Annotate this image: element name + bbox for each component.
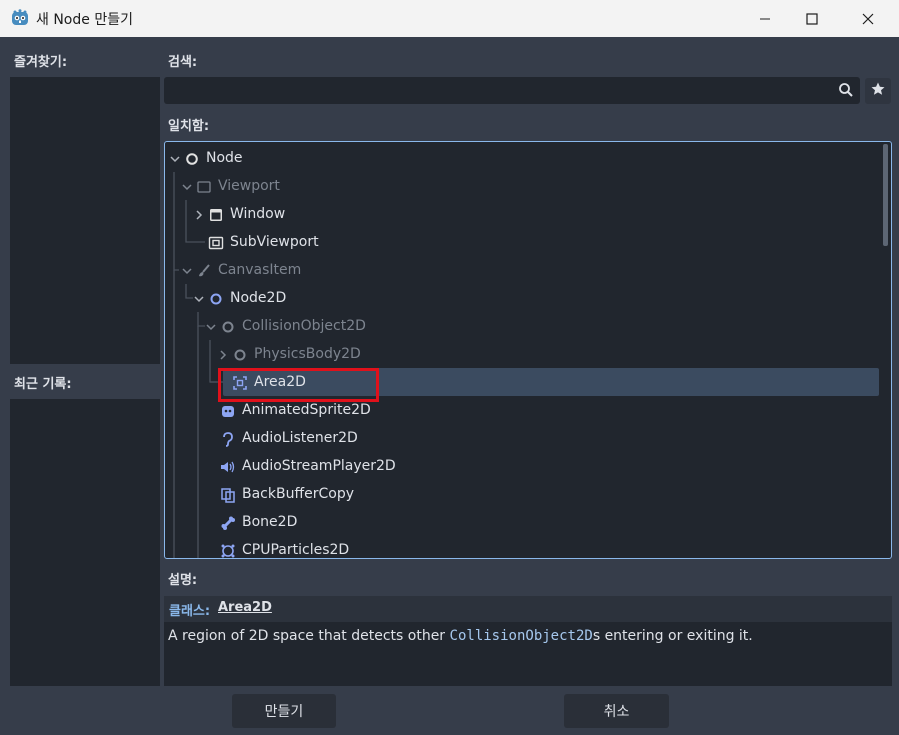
chevron-down-icon[interactable] [192, 292, 206, 306]
speaker-icon [220, 459, 236, 475]
tree-scrollbar[interactable] [883, 144, 888, 246]
chevron-down-icon[interactable] [180, 180, 194, 194]
close-button[interactable] [845, 0, 891, 37]
brush-icon [196, 263, 212, 279]
search-input[interactable] [164, 77, 860, 104]
node2d-circle-icon [232, 347, 248, 363]
tree-item-canvasitem[interactable]: CanvasItem [165, 257, 878, 285]
chevron-down-icon[interactable] [180, 264, 194, 278]
node-tree[interactable]: Node Viewport Window SubViewport CanvasI… [164, 141, 892, 559]
tree-item-backbuffercopy[interactable]: BackBufferCopy [165, 481, 878, 509]
window-icon [208, 207, 224, 223]
tree-item-viewport[interactable]: Viewport [165, 173, 878, 201]
description-label: 설명: [168, 573, 198, 588]
window-title: 새 Node 만들기 [36, 12, 133, 28]
favorites-list[interactable] [10, 77, 160, 364]
class-reference-link[interactable]: CollisionObject2D [450, 628, 593, 644]
tree-item-collisionobject2d[interactable]: CollisionObject2D [165, 313, 878, 341]
class-prefix: 클래스: [169, 604, 211, 619]
description-header: 클래스: Area2D [164, 596, 892, 622]
favorite-star-button[interactable] [865, 78, 891, 104]
node2d-circle-icon [208, 291, 224, 307]
animated-sprite-icon [220, 403, 236, 419]
node-circle-icon [184, 151, 200, 167]
star-icon [870, 81, 886, 101]
chevron-down-icon[interactable] [168, 152, 182, 166]
title-bar: 새 Node 만들기 [0, 0, 899, 37]
tree-item-audiolistener2d[interactable]: AudioListener2D [165, 425, 878, 453]
tree-item-audiostreamplayer2d[interactable]: AudioStreamPlayer2D [165, 453, 878, 481]
maximize-button[interactable] [789, 0, 835, 37]
tree-item-window[interactable]: Window [165, 201, 878, 229]
chevron-right-icon[interactable] [216, 348, 230, 362]
matches-label: 일치함: [168, 119, 210, 134]
viewport-icon [196, 179, 212, 195]
description-text: A region of 2D space that detects other … [168, 628, 753, 644]
highlight-annotation-box [218, 368, 379, 402]
bone-icon [220, 515, 236, 531]
cancel-button[interactable]: 취소 [564, 694, 669, 728]
recent-label: 최근 기록: [14, 377, 72, 392]
tree-item-cpuparticles2d[interactable]: CPUParticles2D [165, 537, 878, 558]
audio-listener-icon [220, 431, 236, 447]
favorites-label: 즐겨찾기: [14, 55, 68, 70]
particles-icon [220, 543, 236, 558]
chevron-right-icon[interactable] [192, 208, 206, 222]
minimize-button[interactable] [742, 0, 788, 37]
godot-logo-icon [11, 9, 29, 27]
search-label: 검색: [168, 55, 198, 70]
description-body: A region of 2D space that detects other … [164, 622, 892, 686]
search-icon [838, 82, 854, 102]
tree-item-node[interactable]: Node [165, 145, 878, 173]
tree-item-subviewport[interactable]: SubViewport [165, 229, 878, 257]
create-button[interactable]: 만들기 [232, 694, 336, 728]
chevron-down-icon[interactable] [204, 320, 218, 334]
subviewport-icon [208, 235, 224, 251]
recent-list[interactable] [10, 399, 160, 686]
tree-item-physicsbody2d[interactable]: PhysicsBody2D [165, 341, 878, 369]
backbuffer-icon [220, 487, 236, 503]
tree-item-bone2d[interactable]: Bone2D [165, 509, 878, 537]
tree-item-node2d[interactable]: Node2D [165, 285, 878, 313]
class-name-link[interactable]: Area2D [218, 600, 272, 615]
node2d-circle-icon [220, 319, 236, 335]
